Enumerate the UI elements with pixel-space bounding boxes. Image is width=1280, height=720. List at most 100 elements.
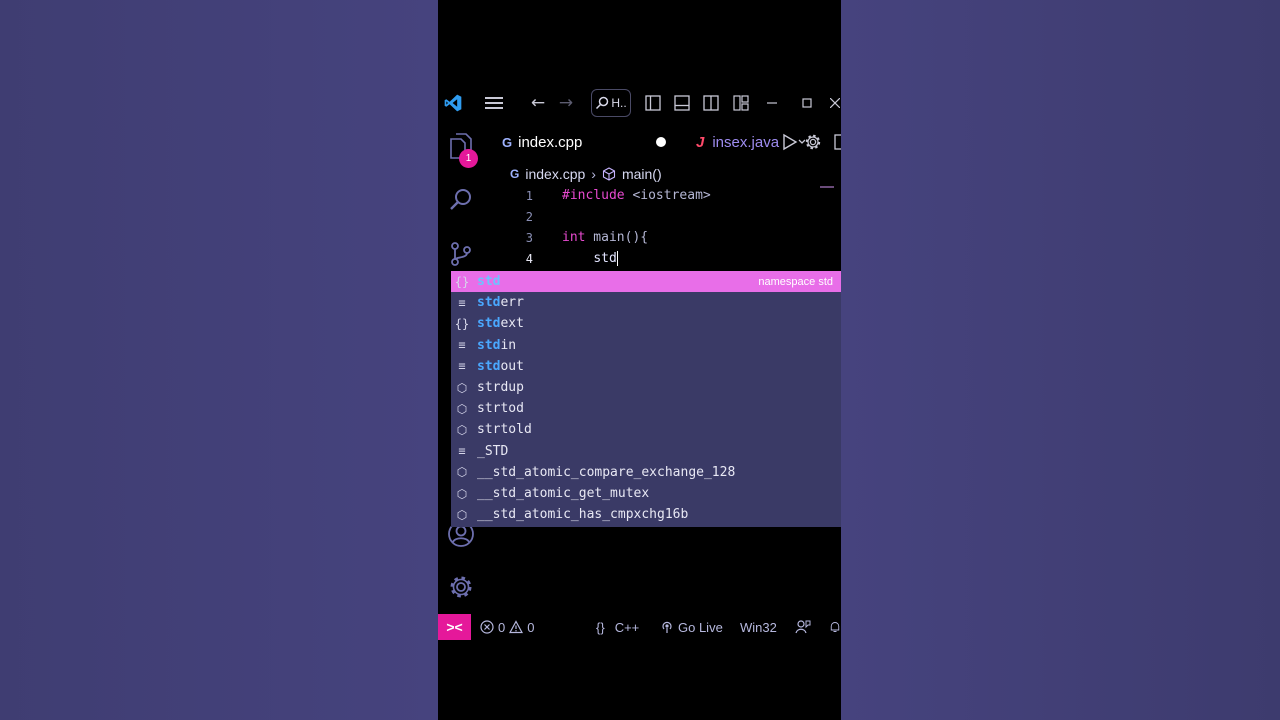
code-line: 1 #include <iostream> [513,185,841,206]
breadcrumb-file[interactable]: index.cpp [525,166,585,182]
suggestion-item[interactable]: ≡ stdin [451,335,841,356]
back-arrow-icon[interactable]: ← [526,88,550,118]
suggestion-rest: in [500,337,517,353]
suggestion-label: strtod [477,401,524,416]
suggestion-label: stderr [477,295,524,310]
remote-indicator-icon[interactable]: >< [438,614,471,640]
suggestion-rest: out [500,358,524,374]
search-label: H.. [611,96,627,110]
split-editor-icon[interactable] [834,128,841,156]
suggestion-item[interactable]: ≡ stderr [451,292,841,313]
go-live-button[interactable]: Go Live [660,614,723,640]
suggestion-match: std [477,337,501,353]
suggestion-rest: strdup [477,380,524,395]
search-icon [596,96,609,110]
suggestion-item[interactable]: ⬡ __std_atomic_get_mutex [451,483,841,504]
code-line-current: 4 std [513,248,841,269]
suggestion-rest: err [500,295,524,311]
namespace-icon: {} [454,274,470,289]
language-mode[interactable]: {} C++ [596,614,639,640]
editor-settings-gear-icon[interactable] [804,128,826,156]
toggle-secondary-sidebar-icon[interactable] [700,88,722,118]
suggestion-item[interactable]: ⬡ strdup [451,377,841,398]
text-cursor [616,251,618,266]
breadcrumb-symbol[interactable]: main() [622,166,662,182]
tab-index-cpp[interactable]: G index.cpp [502,128,582,156]
code-text: int main(){ [562,230,648,245]
suggestion-rest: __std_atomic_has_cmpxchg16b [477,507,689,523]
variable-icon: ≡ [458,295,466,310]
go-live-label: Go Live [678,619,723,635]
settings-gear-icon[interactable] [446,572,476,602]
suggestion-item[interactable]: ≡ _STD [451,441,841,462]
suggestion-label: stdout [477,359,524,374]
forward-arrow-icon[interactable]: → [554,88,578,118]
suggestion-label: std [477,274,500,289]
suggestion-item[interactable]: ⬡ strtod [451,398,841,419]
suggestion-rest: _STD [477,443,509,459]
toggle-panel-icon[interactable] [671,88,693,118]
toggle-sidebar-icon[interactable] [642,88,664,118]
suggestion-item[interactable]: ⬡ __std_atomic_has_cmpxchg16b [451,504,841,525]
platform-label: Win32 [740,619,777,635]
suggestion-label: stdext [477,316,524,331]
warning-icon [509,620,524,634]
platform-indicator[interactable]: Win32 [740,614,777,640]
java-file-icon: J [696,133,705,151]
unsaved-dot-icon[interactable] [656,137,666,147]
code-text: std [562,251,618,266]
line-number: 2 [525,209,533,224]
suggestion-rest: __std_atomic_compare_exchange_128 [477,464,736,480]
keyword: int [562,230,586,245]
suggestion-item[interactable]: {} stdext [451,313,841,334]
tab-label: index.cpp [518,133,583,151]
notification-badge: 1 [459,149,478,168]
suggestion-detail: namespace std [758,275,833,288]
namespace-icon: {} [454,316,470,331]
line-number: 4 [525,251,533,266]
line-number: 3 [525,230,533,245]
search-icon[interactable] [446,185,476,215]
vscode-logo-icon [444,94,462,112]
code-line: 2 [513,206,841,227]
breadcrumb: G index.cpp › main() [510,163,662,185]
menu-icon[interactable] [482,88,506,118]
error-icon [480,620,494,634]
command-center-search[interactable]: H.. [591,89,631,117]
close-icon[interactable] [830,88,841,118]
function-signature: main(){ [585,230,649,245]
background-left [0,0,438,720]
error-count: 0 [498,619,506,635]
suggestion-label: __std_atomic_has_cmpxchg16b [477,507,688,522]
braces-icon: {} [596,619,605,635]
suggestion-item[interactable]: {} std namespace std [451,271,841,292]
include-target: <iostream> [624,188,711,203]
typed-text: std [593,251,617,266]
notifications-bell-icon[interactable] [829,614,841,640]
suggestion-rest: __std_atomic_get_mutex [477,486,650,501]
code-text: #include <iostream> [562,188,711,203]
line-number: 1 [525,188,533,203]
suggestion-label: _STD [477,444,508,459]
suggestion-label: strtold [477,422,532,437]
tab-insex-java[interactable]: J insex.java [696,128,779,156]
suggestion-match: std [477,358,501,374]
problems-status[interactable]: 0 0 [480,614,534,640]
status-bar: >< 0 0 {} C++ Go Live Win32 [438,614,841,640]
function-icon: ⬡ [456,422,468,437]
minimize-icon[interactable] [761,88,783,118]
suggestion-item[interactable]: ⬡ __std_atomic_compare_exchange_128 [451,462,841,483]
variable-icon: ≡ [458,338,466,353]
suggestion-item[interactable]: ≡ stdout [451,356,841,377]
title-bar: ← → H.. [438,88,841,118]
customize-layout-icon[interactable] [730,88,752,118]
maximize-icon[interactable] [796,88,818,118]
function-icon: ⬡ [456,465,468,480]
autocomplete-suggestions: {} std namespace std ≡ stderr{} stdext ≡ stdin ≡… [451,271,841,527]
source-control-icon[interactable] [446,239,476,269]
function-icon: ⬡ [456,486,468,501]
function-icon: ⬡ [456,507,468,522]
feedback-icon[interactable] [795,614,811,640]
suggestion-item[interactable]: ⬡ strtold [451,419,841,440]
